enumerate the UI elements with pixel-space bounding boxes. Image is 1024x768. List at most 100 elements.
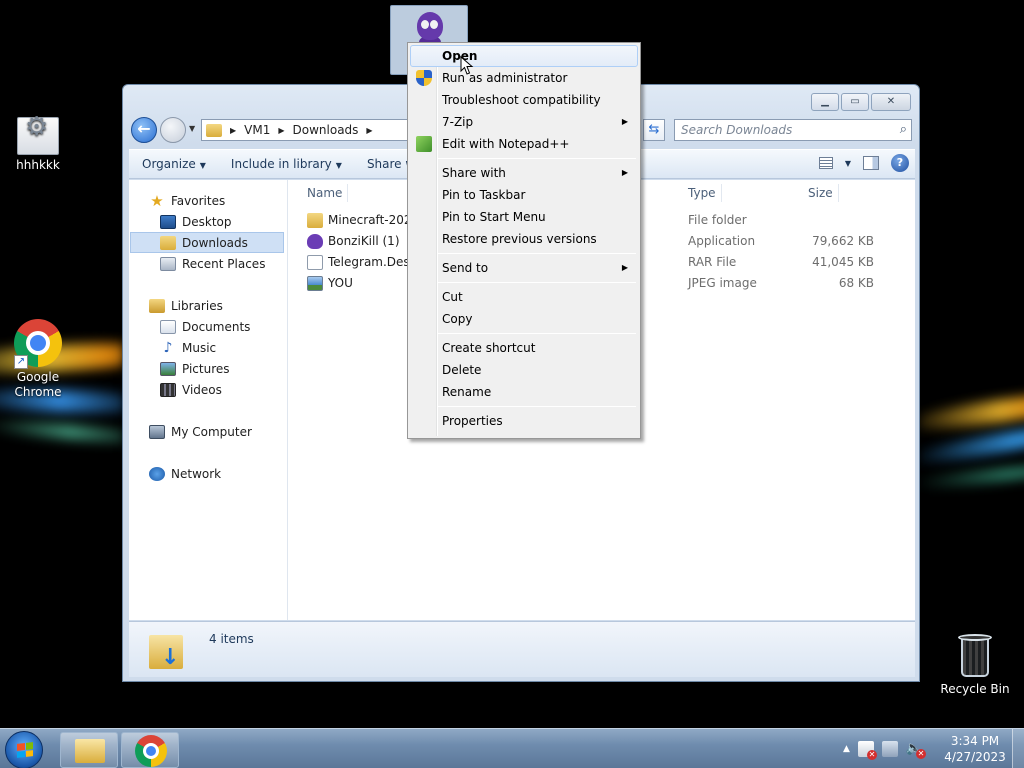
- menu-item-troubleshoot-compatibility[interactable]: Troubleshoot compatibility: [410, 89, 638, 111]
- windows-logo-icon: [17, 742, 33, 758]
- clock-date: 4/27/2023: [944, 750, 1006, 764]
- nav-item-libraries[interactable]: Libraries: [129, 295, 287, 316]
- back-button[interactable]: ←: [131, 117, 157, 143]
- menu-item-7zip[interactable]: 7-Zip ▶: [410, 111, 638, 133]
- videos-icon: [160, 382, 176, 397]
- column-header-type[interactable]: Type: [688, 180, 722, 206]
- window-controls: ▁ ▭ ✕: [811, 93, 911, 111]
- menu-item-send-to[interactable]: Send to ▶: [410, 257, 638, 279]
- menu-item-pin-to-start-menu[interactable]: Pin to Start Menu: [410, 206, 638, 228]
- nav-item-my-computer[interactable]: My Computer: [129, 421, 287, 442]
- breadcrumb-separator-icon[interactable]: ▶: [366, 126, 372, 135]
- menu-item-label: Restore previous versions: [442, 232, 597, 246]
- nav-item-recent-places[interactable]: Recent Places: [129, 253, 287, 274]
- menu-item-rename[interactable]: Rename: [410, 381, 638, 403]
- minimize-button[interactable]: ▁: [811, 93, 839, 111]
- menu-item-copy[interactable]: Copy: [410, 308, 638, 330]
- nav-item-downloads[interactable]: Downloads: [130, 232, 284, 253]
- desktop-icon-label: hhhkkk: [16, 158, 60, 172]
- nav-item-desktop[interactable]: Desktop: [129, 211, 287, 232]
- desktop-icon-recycle-bin[interactable]: Recycle Bin: [937, 633, 1013, 697]
- help-icon[interactable]: ?: [891, 154, 909, 172]
- menu-item-restore-previous-versions[interactable]: Restore previous versions: [410, 228, 638, 250]
- downloads-folder-icon: ↓: [149, 631, 185, 669]
- bonzibuddy-icon: [307, 234, 323, 249]
- desktop-icon-hhhkkk[interactable]: ⚙ hhhkkk: [0, 114, 76, 173]
- search-input[interactable]: Search Downloads ⌕: [674, 119, 912, 141]
- nav-item-network[interactable]: Network: [129, 463, 287, 484]
- address-bar[interactable]: ▶ VM1 ▶ Downloads ▶: [201, 119, 411, 141]
- breadcrumb-vm1[interactable]: VM1: [244, 123, 270, 137]
- organize-button[interactable]: Organize ▼: [129, 157, 218, 171]
- chevron-down-icon[interactable]: ▼: [845, 159, 851, 168]
- start-button[interactable]: [5, 731, 43, 768]
- menu-item-delete[interactable]: Delete: [410, 359, 638, 381]
- taskbar-chrome-button[interactable]: [121, 732, 179, 768]
- menu-item-pin-to-taskbar[interactable]: Pin to Taskbar: [410, 184, 638, 206]
- show-hidden-icons-icon[interactable]: ▲: [843, 744, 850, 754]
- nav-label: My Computer: [171, 424, 252, 439]
- menu-item-label: Cut: [442, 290, 463, 304]
- refresh-button[interactable]: ⇆: [643, 119, 665, 141]
- nav-item-favorites[interactable]: ★ Favorites: [129, 190, 287, 211]
- menu-item-label: 7-Zip: [442, 115, 474, 129]
- nav-item-documents[interactable]: Documents: [129, 316, 287, 337]
- recent-pages-dropdown[interactable]: ▼: [189, 124, 195, 133]
- include-in-library-label: Include in library: [230, 157, 332, 171]
- star-icon: ★: [150, 191, 164, 210]
- menu-item-edit-with-notepad-plus-plus[interactable]: Edit with Notepad++: [410, 133, 638, 155]
- include-in-library-button[interactable]: Include in library ▼: [218, 157, 354, 171]
- nav-item-pictures[interactable]: Pictures: [129, 358, 287, 379]
- desktop-icon-google-chrome[interactable]: ↗ Google Chrome: [0, 319, 76, 400]
- menu-item-run-as-administrator[interactable]: Run as administrator: [410, 67, 638, 89]
- chrome-icon: ↗: [14, 319, 62, 369]
- action-center-icon[interactable]: ✕: [857, 741, 877, 760]
- menu-separator: [438, 406, 636, 407]
- show-desktop-button[interactable]: [1012, 729, 1024, 768]
- recent-places-icon: [160, 256, 176, 271]
- nav-item-videos[interactable]: Videos: [129, 379, 287, 400]
- change-view-icon[interactable]: [818, 157, 833, 169]
- menu-item-open[interactable]: Open: [410, 45, 638, 67]
- breadcrumb-separator-icon[interactable]: ▶: [278, 126, 284, 135]
- file-type: File folder: [688, 213, 747, 227]
- menu-item-share-with[interactable]: Share with ▶: [410, 162, 638, 184]
- windows-explorer-icon: [75, 739, 105, 763]
- chevron-down-icon: ▼: [335, 161, 342, 170]
- nav-label: Music: [182, 340, 217, 355]
- music-icon: ♪: [163, 339, 173, 356]
- nav-label: Libraries: [171, 298, 223, 313]
- nav-label: Documents: [182, 319, 251, 334]
- maximize-button[interactable]: ▭: [841, 93, 869, 111]
- close-button[interactable]: ✕: [871, 93, 911, 111]
- rar-file-icon: [307, 255, 323, 270]
- documents-icon: [160, 319, 176, 334]
- system-clock[interactable]: 3:34 PM 4/27/2023: [940, 733, 1010, 765]
- submenu-arrow-icon: ▶: [621, 117, 628, 126]
- network-status-icon[interactable]: [881, 741, 898, 757]
- organize-label: Organize: [142, 157, 196, 171]
- menu-separator: [438, 282, 636, 283]
- column-header-name[interactable]: Name: [307, 180, 349, 206]
- menu-item-cut[interactable]: Cut: [410, 286, 638, 308]
- menu-item-label: Create shortcut: [442, 341, 536, 355]
- taskbar-explorer-button[interactable]: [60, 732, 118, 768]
- breadcrumb-downloads[interactable]: Downloads: [293, 123, 359, 137]
- computer-icon: [149, 424, 165, 439]
- menu-item-properties[interactable]: Properties: [410, 410, 638, 432]
- column-header-size[interactable]: Size: [808, 180, 839, 206]
- volume-muted-icon[interactable]: 🔈 ✕: [906, 741, 926, 759]
- menu-separator: [438, 158, 636, 159]
- setup-file-icon: ⚙: [17, 114, 59, 155]
- preview-pane-icon[interactable]: [863, 156, 879, 170]
- desktop-icon-label: Recycle Bin: [940, 682, 1010, 696]
- file-size: 79,662 KB: [812, 234, 874, 248]
- network-icon: [149, 466, 165, 481]
- forward-button[interactable]: [160, 117, 186, 143]
- search-placeholder: Search Downloads: [681, 123, 793, 137]
- search-icon[interactable]: ⌕: [900, 122, 907, 137]
- menu-item-create-shortcut[interactable]: Create shortcut: [410, 337, 638, 359]
- nav-item-music[interactable]: ♪ Music: [129, 337, 287, 358]
- breadcrumb-separator-icon[interactable]: ▶: [230, 126, 236, 135]
- nav-label: Favorites: [171, 193, 226, 208]
